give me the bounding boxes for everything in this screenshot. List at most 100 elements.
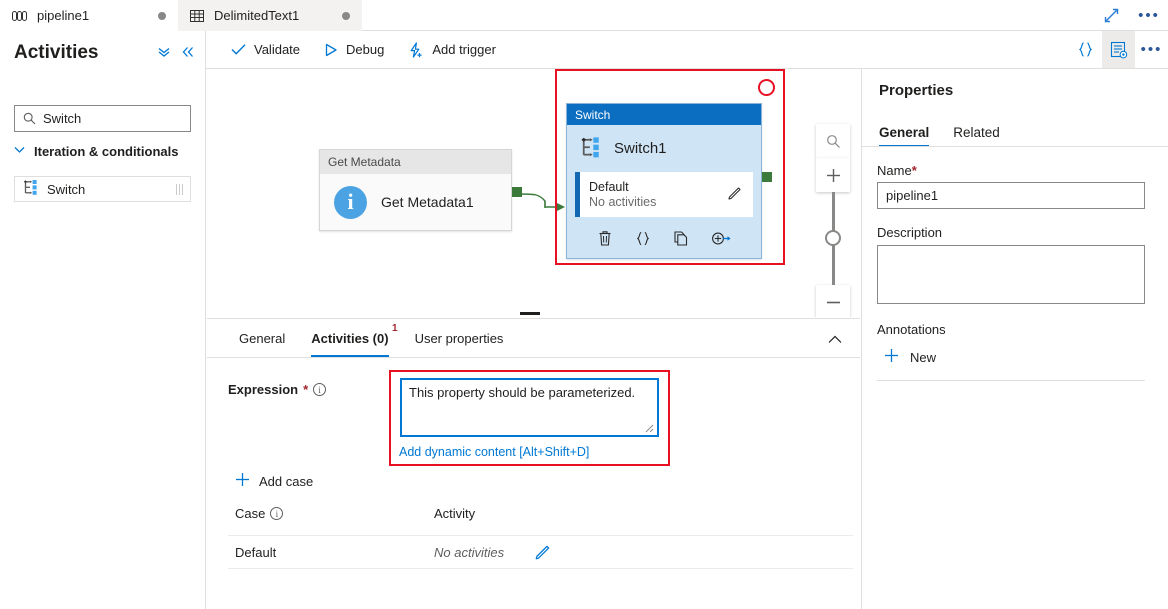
required-marker: * bbox=[912, 163, 917, 178]
drag-handle-icon[interactable] bbox=[176, 184, 183, 195]
search-activities-box[interactable] bbox=[14, 105, 191, 132]
name-field[interactable] bbox=[877, 182, 1145, 209]
expression-input[interactable] bbox=[400, 378, 659, 437]
activity-cell: No activities bbox=[434, 545, 504, 560]
node-get-metadata[interactable]: Get Metadata i Get Metadata1 bbox=[319, 149, 512, 231]
info-icon[interactable]: i bbox=[313, 383, 326, 396]
switch-node-selection-box: Switch bbox=[555, 69, 785, 265]
tab-unsaved-dot[interactable] bbox=[158, 12, 166, 20]
properties-tab-strip: General Related bbox=[879, 117, 1168, 147]
node-switch[interactable]: Switch bbox=[566, 103, 762, 259]
properties-title: Properties bbox=[879, 82, 953, 99]
validate-label: Validate bbox=[254, 42, 300, 57]
tab-bar: pipeline1 DelimitedText1 bbox=[0, 0, 1168, 31]
activities-title: Activities bbox=[14, 42, 98, 64]
canvas-zoom-controls bbox=[816, 124, 850, 317]
search-input[interactable] bbox=[43, 111, 219, 126]
node-case-default[interactable]: Default No activities bbox=[575, 172, 753, 217]
switch-activity-icon bbox=[579, 136, 602, 162]
activities-pane-header-actions bbox=[157, 46, 195, 60]
node-header: Get Metadata bbox=[320, 150, 511, 174]
expand-diagonal-icon[interactable] bbox=[1100, 5, 1122, 27]
command-bar-actions: ••• bbox=[1069, 31, 1168, 68]
tab-unsaved-dot[interactable] bbox=[342, 12, 350, 20]
output-port[interactable] bbox=[762, 172, 772, 182]
add-dynamic-content-link[interactable]: Add dynamic content [Alt+Shift+D] bbox=[399, 445, 589, 459]
name-label: Name* bbox=[877, 163, 917, 178]
tab-pipeline1[interactable]: pipeline1 bbox=[0, 0, 178, 31]
divider bbox=[877, 380, 1145, 381]
lightning-plus-icon bbox=[408, 42, 424, 58]
activity-item-switch[interactable]: Switch bbox=[14, 176, 191, 202]
info-icon[interactable]: i bbox=[270, 507, 283, 520]
tab-activities[interactable]: Activities (0) 1 bbox=[298, 319, 401, 357]
tab-bar-actions: ••• bbox=[1100, 0, 1160, 31]
node-action-bar bbox=[567, 217, 761, 255]
activity-group-label: Iteration & conditionals bbox=[34, 144, 178, 159]
play-triangle-icon bbox=[324, 43, 338, 57]
curly-braces-icon[interactable] bbox=[1069, 31, 1102, 68]
chevron-up-icon[interactable] bbox=[828, 332, 860, 357]
column-header-case: Case i bbox=[235, 506, 283, 521]
curly-braces-icon[interactable] bbox=[635, 230, 651, 247]
tab-label: Related bbox=[953, 125, 1000, 140]
zoom-slider[interactable] bbox=[816, 192, 850, 285]
app-root: pipeline1 DelimitedText1 bbox=[0, 0, 1168, 609]
output-port[interactable] bbox=[512, 187, 522, 197]
tab-general[interactable]: General bbox=[879, 118, 937, 147]
add-output-icon[interactable] bbox=[711, 230, 731, 247]
trash-icon[interactable] bbox=[597, 230, 613, 247]
node-body: Switch1 bbox=[567, 125, 761, 172]
properties-list-icon[interactable] bbox=[1102, 31, 1135, 68]
ellipsis-dots: ••• bbox=[1141, 42, 1163, 57]
config-tab-strip: General Activities (0) 1 User properties bbox=[207, 319, 860, 358]
name-label-text: Name bbox=[877, 163, 912, 178]
zoom-fit-icon[interactable] bbox=[816, 124, 850, 158]
new-annotation-label: New bbox=[910, 350, 936, 365]
tab-delimitedtext1[interactable]: DelimitedText1 bbox=[178, 0, 362, 31]
column-header-case-label: Case bbox=[235, 506, 265, 521]
required-marker: * bbox=[303, 382, 308, 397]
description-field[interactable] bbox=[877, 245, 1145, 304]
double-chevron-left-icon[interactable] bbox=[181, 46, 195, 60]
zoom-out-button[interactable] bbox=[816, 285, 850, 317]
add-case-button[interactable]: Add case bbox=[235, 472, 313, 490]
pencil-icon[interactable] bbox=[727, 185, 743, 204]
pencil-icon[interactable] bbox=[534, 543, 552, 564]
node-case-subtitle: No activities bbox=[589, 195, 656, 209]
copy-icon[interactable] bbox=[673, 230, 689, 247]
description-label: Description bbox=[877, 225, 942, 240]
zoom-slider-thumb[interactable] bbox=[825, 230, 841, 246]
ellipsis-icon[interactable]: ••• bbox=[1135, 31, 1168, 68]
dataset-table-icon bbox=[190, 9, 205, 23]
zoom-in-button[interactable] bbox=[816, 158, 850, 192]
node-name: Get Metadata1 bbox=[381, 194, 474, 210]
tab-label: General bbox=[879, 125, 929, 140]
activity-group-iteration-conditionals[interactable]: Iteration & conditionals bbox=[14, 144, 178, 159]
tab-label: pipeline1 bbox=[37, 8, 149, 23]
new-annotation-button[interactable]: New bbox=[884, 348, 936, 366]
command-bar: Validate Debug Add trigger bbox=[206, 31, 1168, 69]
add-trigger-button[interactable]: Add trigger bbox=[396, 31, 508, 68]
plus-icon bbox=[884, 348, 899, 366]
debug-button[interactable]: Debug bbox=[312, 31, 396, 68]
debug-label: Debug bbox=[346, 42, 384, 57]
expression-label-text: Expression bbox=[228, 382, 298, 397]
selection-circle-handle[interactable] bbox=[758, 79, 775, 96]
divider bbox=[862, 146, 1168, 147]
double-chevron-down-icon[interactable] bbox=[157, 46, 171, 60]
plus-icon bbox=[825, 167, 842, 184]
pipeline-canvas[interactable]: Get Metadata i Get Metadata1 Switch bbox=[207, 69, 860, 317]
tab-general[interactable]: General bbox=[226, 319, 298, 357]
validate-button[interactable]: Validate bbox=[219, 31, 312, 68]
tab-user-properties[interactable]: User properties bbox=[402, 319, 517, 357]
plus-icon bbox=[235, 472, 250, 490]
ellipsis-icon[interactable]: ••• bbox=[1138, 5, 1160, 27]
panel-resize-handle[interactable] bbox=[520, 312, 540, 315]
tab-related[interactable]: Related bbox=[953, 118, 1008, 147]
tab-label: DelimitedText1 bbox=[214, 8, 333, 23]
table-row[interactable]: Default No activities bbox=[228, 535, 853, 569]
add-trigger-label: Add trigger bbox=[432, 42, 496, 57]
activities-pane-header: Activities bbox=[14, 42, 195, 64]
tab-badge: 1 bbox=[392, 324, 398, 334]
